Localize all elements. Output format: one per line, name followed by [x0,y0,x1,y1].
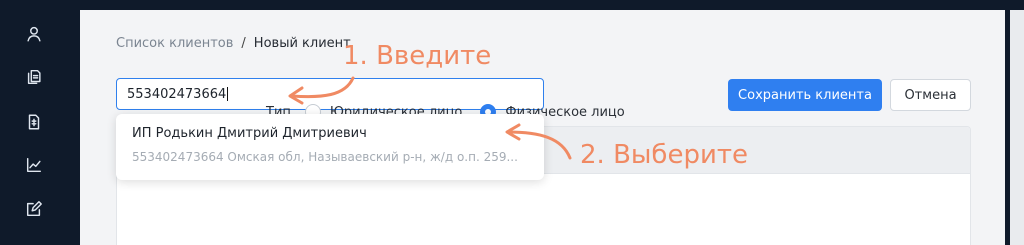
annotation-step-2: 2. Выберите [580,140,749,170]
chart-icon[interactable] [24,155,44,175]
page-content: Список клиентов / Новый клиент 55340247366… [80,10,1005,245]
text-caret [227,87,229,101]
suggestion-dropdown-item[interactable]: ИП Родькин Дмитрий Дмитриевич 5534024736… [116,114,544,180]
annotation-step-1: 1. Введите [343,41,492,71]
save-client-button[interactable]: Сохранить клиента [728,79,882,111]
breadcrumb-current: Новый клиент [253,36,351,51]
sidebar [0,0,68,245]
user-icon[interactable] [24,24,44,44]
suggestion-title: ИП Родькин Дмитрий Дмитриевич [132,126,367,141]
breadcrumb-separator: / [241,36,246,51]
breadcrumb: Список клиентов / Новый клиент [116,36,351,51]
documents-icon[interactable] [24,67,44,87]
cancel-button[interactable]: Отмена [890,79,971,111]
edit-icon[interactable] [24,199,44,219]
file-icon[interactable] [24,112,44,132]
breadcrumb-parent-link[interactable]: Список клиентов [116,36,233,51]
workspace: Список клиентов / Новый клиент 55340247366… [68,0,1024,245]
suggestion-subtitle: 553402473664 Омская обл, Называевский р-… [132,150,518,164]
scrollbar[interactable] [1010,10,1024,245]
search-input-value: 553402473664 [127,86,227,102]
